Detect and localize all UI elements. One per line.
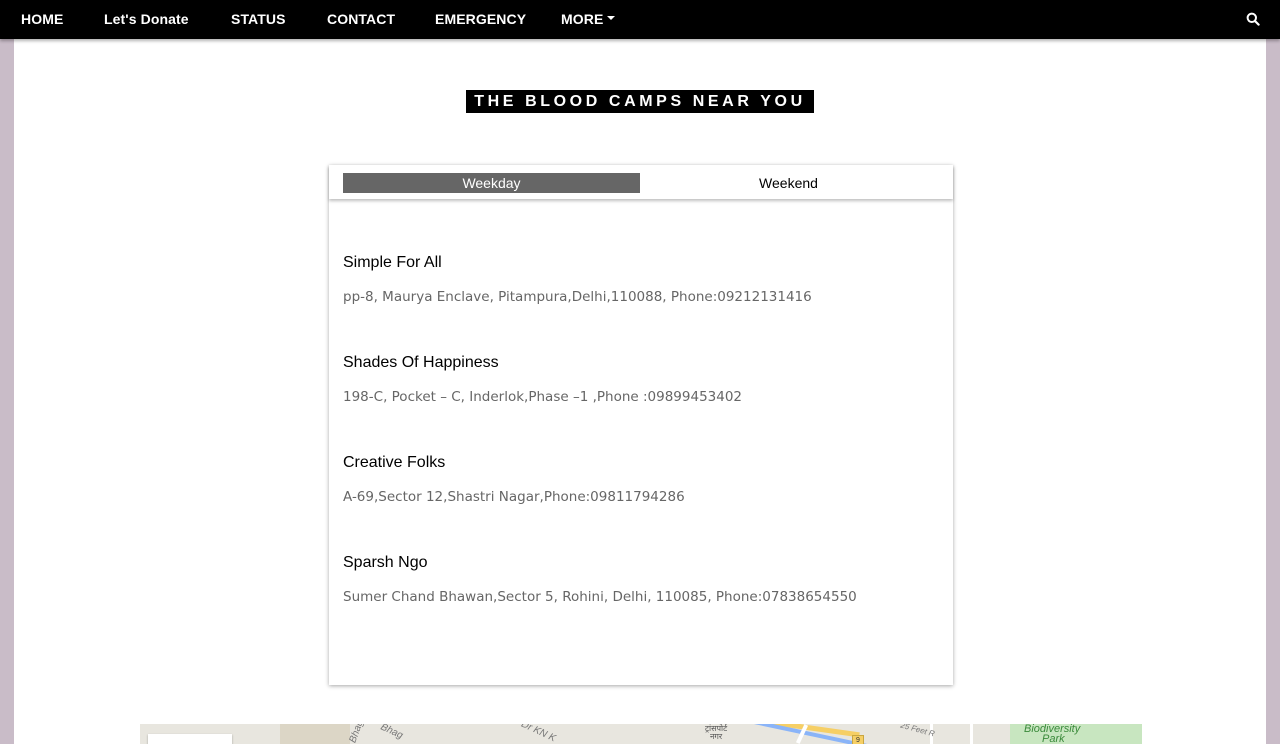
nav-lets-donate[interactable]: Let's Donate [104,11,189,27]
camp-address: 198-C, Pocket – C, Inderlok,Phase –1 ,Ph… [343,389,743,405]
search-icon[interactable] [1246,12,1260,26]
nav-contact[interactable]: CONTACT [327,11,395,27]
map-type-control[interactable] [148,734,232,744]
road-sign-badge: 9 [852,735,864,744]
camp-address: A-69,Sector 12,Shastri Nagar,Phone:09811… [343,489,685,505]
top-navbar: HOME Let's Donate STATUS CONTACT EMERGEN… [0,0,1280,39]
camp-item: Simple For All pp-8, Maurya Enclave, Pit… [343,253,943,306]
map-label-park: Park [1042,733,1065,744]
camp-name: Simple For All [343,254,442,271]
title-wrapper: THE BLOOD CAMPS NEAR YOU [14,90,1266,113]
map-road [970,724,973,744]
camp-address: pp-8, Maurya Enclave, Pitampura,Delhi,11… [343,289,812,305]
camp-item: Sparsh Ngo Sumer Chand Bhawan,Sector 5, … [343,553,943,606]
nav-status[interactable]: STATUS [231,11,286,27]
map-label-nagar: नगर [709,732,723,741]
caret-down-icon [607,16,616,21]
map-label-bhag: Bhag [347,724,366,744]
camp-address: Sumer Chand Bhawan,Sector 5, Rohini, Del… [343,589,857,605]
tab-weekend[interactable]: Weekend [640,173,937,193]
map-label-bhag-2: Bhag [378,724,405,742]
nav-home[interactable]: HOME [21,11,63,27]
nav-more-dropdown[interactable]: MORE [561,11,616,27]
camp-name: Creative Folks [343,454,446,471]
camps-card: Weekday Weekend Simple For All pp-8, Mau… [329,165,953,685]
page-content: THE BLOOD CAMPS NEAR YOU Weekday Weekend… [14,39,1266,744]
camp-item: Shades Of Happiness 198-C, Pocket – C, I… [343,353,943,406]
camp-name: Shades Of Happiness [343,354,499,371]
camp-name: Sparsh Ngo [343,554,428,571]
embedded-map[interactable]: Bhag Bhag Dr KN K ट्रांसपोर्ट नगर 25 Feet… [140,724,1142,744]
camp-item: Creative Folks A-69,Sector 12,Shastri Na… [343,453,943,506]
nav-more-label: MORE [561,11,604,27]
nav-emergency[interactable]: EMERGENCY [435,11,526,27]
map-label-dr-kn: Dr KN K [519,724,558,744]
page-title: THE BLOOD CAMPS NEAR YOU [466,90,814,113]
map-green-area [280,724,350,744]
tab-weekday[interactable]: Weekday [343,173,640,193]
map-label-transport-nagar: ट्रांसपोर्ट नगर [705,725,727,741]
tab-bar: Weekday Weekend [329,165,953,199]
